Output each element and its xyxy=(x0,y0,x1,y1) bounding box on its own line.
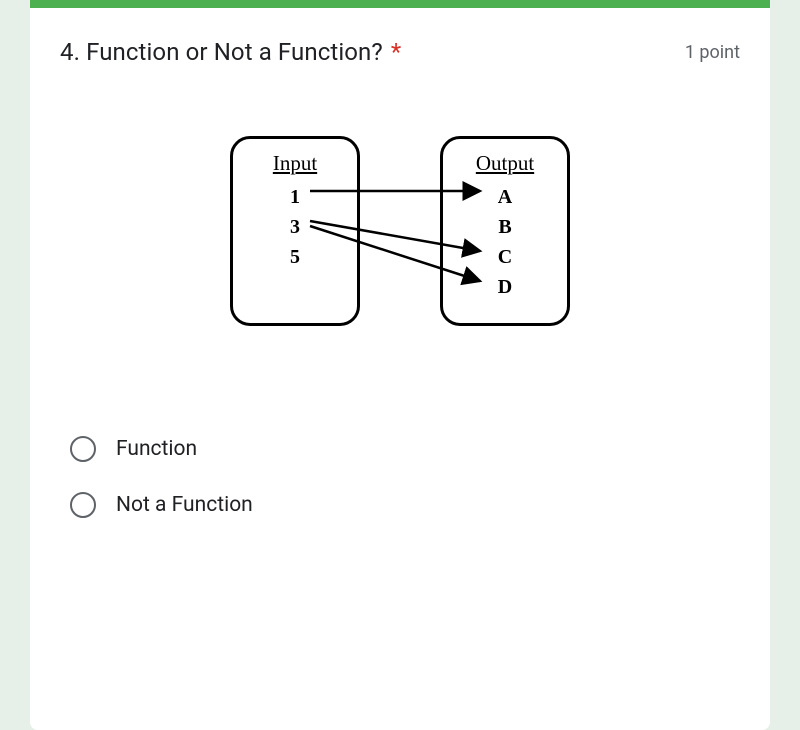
option-function[interactable]: Function xyxy=(70,436,740,462)
question-card: 4. Function or Not a Function? * 1 point… xyxy=(30,0,770,730)
points-label: 1 point xyxy=(685,42,740,63)
diagram-container: Input 1 3 5 Output A B C D xyxy=(220,136,580,336)
output-header: Output xyxy=(443,151,567,176)
output-item: B xyxy=(443,212,567,242)
question-header: 4. Function or Not a Function? * 1 point xyxy=(60,38,740,66)
output-item: A xyxy=(443,182,567,212)
question-number: 4. xyxy=(60,38,80,66)
required-star: * xyxy=(391,38,401,66)
option-label: Not a Function xyxy=(116,493,253,517)
question-title: 4. Function or Not a Function? * xyxy=(60,38,401,66)
output-item: D xyxy=(443,272,567,302)
radio-icon xyxy=(70,492,96,518)
input-header: Input xyxy=(233,151,357,176)
options-group: Function Not a Function xyxy=(60,436,740,518)
input-item: 3 xyxy=(233,212,357,242)
radio-icon xyxy=(70,436,96,462)
option-label: Function xyxy=(116,437,197,461)
input-item: 5 xyxy=(233,242,357,272)
output-box: Output A B C D xyxy=(440,136,570,326)
input-box: Input 1 3 5 xyxy=(230,136,360,326)
option-not-a-function[interactable]: Not a Function xyxy=(70,492,740,518)
question-text: Function or Not a Function? xyxy=(86,38,383,66)
output-item: C xyxy=(443,242,567,272)
mapping-diagram: Input 1 3 5 Output A B C D xyxy=(60,136,740,336)
input-item: 1 xyxy=(233,182,357,212)
